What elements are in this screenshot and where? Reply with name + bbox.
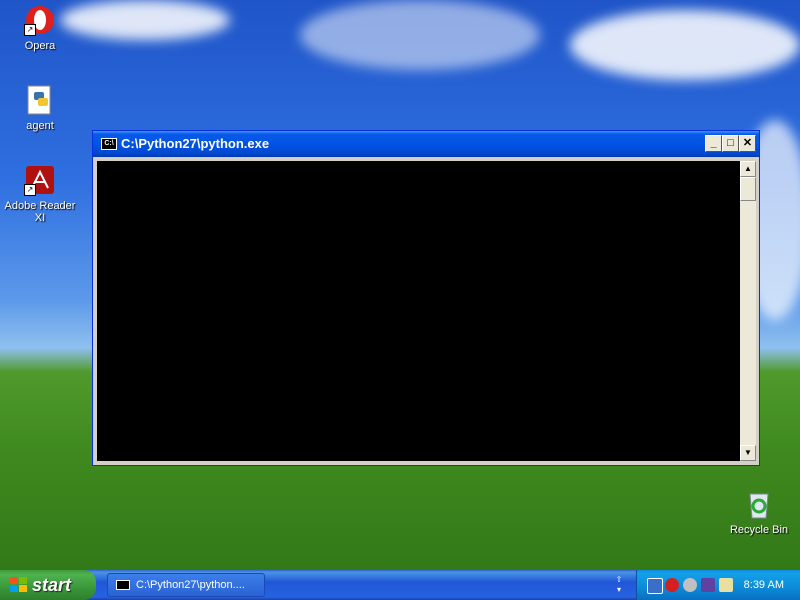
tray-expand-icon[interactable]: ⇧ ▾ [612,575,626,595]
vertical-scrollbar[interactable]: ▲ ▼ [740,161,756,461]
scroll-down-button[interactable]: ▼ [740,445,756,461]
taskbar: start C:\Python27\python.... ⇧ ▾ 8:39 AM [0,570,800,600]
tray-settings-icon[interactable] [719,578,733,592]
desktop-icon-agent[interactable]: agent [0,84,80,132]
opera-icon: ↗ [24,4,56,36]
window-titlebar[interactable]: C:\ C:\Python27\python.exe _ □ ✕ [93,131,759,157]
network-icon[interactable] [647,578,663,594]
tray-app-icon[interactable] [683,578,697,592]
close-button[interactable]: ✕ [739,135,756,152]
windows-logo-icon [10,577,27,592]
taskbar-item-label: C:\Python27\python.... [136,579,245,591]
security-shield-icon[interactable] [665,578,679,592]
cloud [570,10,800,80]
desktop-icon-label: Recycle Bin [729,524,789,536]
cloud [60,0,230,40]
console-icon [116,580,130,590]
desktop-icon-label: Adobe Reader XI [4,200,76,224]
window-title: C:\Python27\python.exe [121,136,270,151]
desktop-icon-label: Opera [24,40,56,52]
shortcut-arrow-icon: ↗ [24,184,36,196]
desktop-icon-adobe-reader[interactable]: ↗ Adobe Reader XI [0,164,80,224]
clock[interactable]: 8:39 AM [744,570,784,600]
scroll-thumb[interactable] [740,177,756,201]
cloud [300,0,540,70]
start-label: start [32,575,72,595]
taskbar-item-python[interactable]: C:\Python27\python.... [107,573,265,597]
console-output-area[interactable] [97,161,740,461]
usb-icon[interactable] [701,578,715,592]
system-tray: 8:39 AM [636,570,800,600]
desktop-icon-opera[interactable]: ↗ Opera [0,4,80,52]
console-icon: C:\ [101,138,117,150]
minimize-button[interactable]: _ [705,135,722,152]
desktop-icon-recycle-bin[interactable]: Recycle Bin [719,488,799,536]
adobe-reader-icon: ↗ [24,164,56,196]
recycle-bin-icon [743,488,775,520]
scroll-up-button[interactable]: ▲ [740,161,756,177]
desktop-icon-label: agent [26,120,54,132]
start-button[interactable]: start [0,570,96,600]
python-file-icon [24,84,56,116]
shortcut-arrow-icon: ↗ [24,24,36,36]
maximize-button[interactable]: □ [722,135,739,152]
desktop: ↗ Opera agent ↗ Adobe Reader XI Recycle … [0,0,800,600]
console-window: C:\ C:\Python27\python.exe _ □ ✕ ▲ ▼ [92,130,760,466]
